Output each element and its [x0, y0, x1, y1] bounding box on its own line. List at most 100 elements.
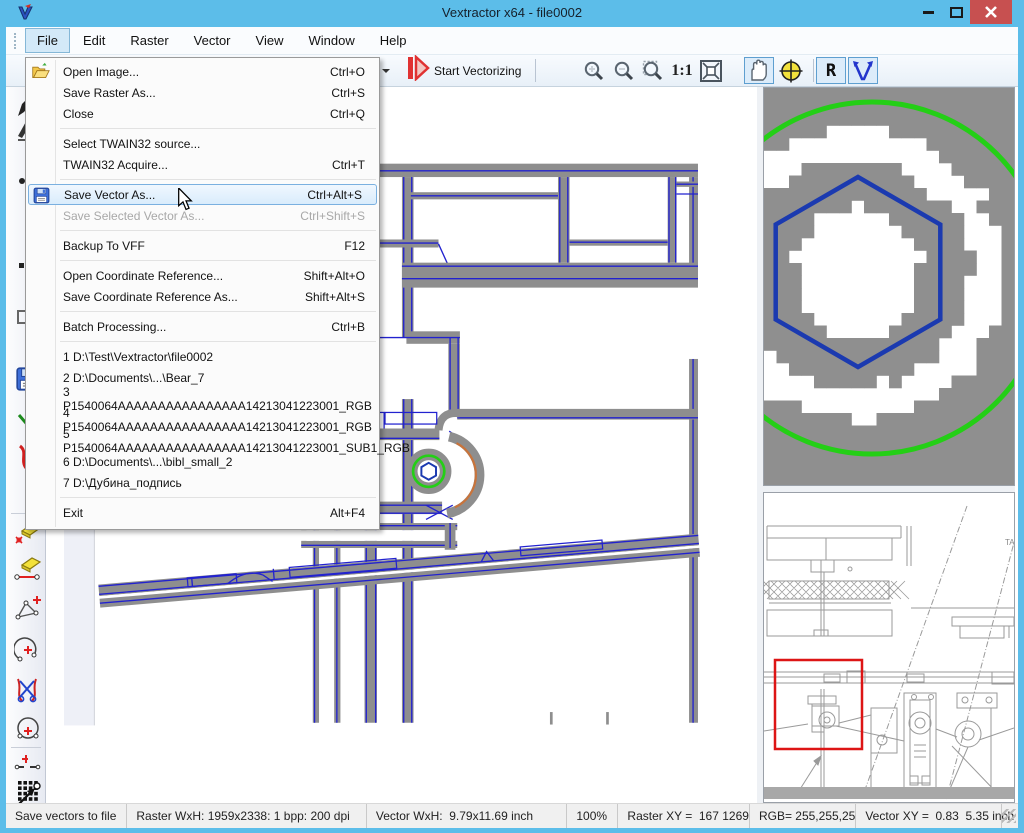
floppy-icon [32, 186, 51, 205]
zoom-out-button[interactable] [610, 57, 638, 84]
menu-item-label: Batch Processing... [63, 320, 331, 334]
raster-size: Raster WxH: 1959x2338: 1 bpp: 200 dpi [127, 804, 367, 828]
menu-item-5-p1540064aaaaaaaaaaaaaaaa1421[interactable]: 5 P1540064AAAAAAAAAAAAAAAA14213041223001… [26, 430, 379, 451]
menu-item-save-raster-as[interactable]: Save Raster As...Ctrl+S [26, 82, 379, 103]
menu-item-label: 7 D:\Дубина_подпись [63, 476, 365, 490]
menu-separator [26, 337, 379, 346]
vector-view-toggle[interactable] [848, 57, 878, 84]
zoom-level: 100% [567, 804, 618, 828]
menubar-item-edit[interactable]: Edit [71, 28, 117, 53]
pan-tool-button[interactable] [744, 57, 774, 84]
menu-item-6-d-documents-bibl-small-2[interactable]: 6 D:\Documents\...\bibl_small_2 [26, 451, 379, 472]
minimize-button[interactable] [916, 0, 940, 24]
zoom-select-button[interactable] [639, 57, 667, 84]
menubar-item-vector[interactable]: Vector [182, 28, 243, 53]
menu-item-exit[interactable]: ExitAlt+F4 [26, 502, 379, 523]
menu-item-save-coordinate-reference-as[interactable]: Save Coordinate Reference As...Shift+Alt… [26, 286, 379, 307]
menu-item-label: Save Coordinate Reference As... [63, 290, 305, 304]
add-segment-icon[interactable] [14, 749, 42, 777]
menu-separator [26, 226, 379, 235]
menu-item-save-selected-vector-as[interactable]: Save Selected Vector As...Ctrl+Shift+S [26, 205, 379, 226]
menu-item-shortcut: Ctrl+S [331, 86, 365, 100]
status-message: Save vectors to file [6, 804, 127, 828]
menu-item-shortcut: Shift+Alt+S [305, 290, 365, 304]
fit-to-window-button[interactable] [696, 57, 726, 84]
start-vectorizing-icon [406, 55, 430, 86]
vector-xy: Vector XY = 0.83 5.35 inch [856, 804, 1002, 828]
menubar-item-window[interactable]: Window [296, 28, 366, 53]
menu-separator [26, 256, 379, 265]
app-window: Vextractor x64 - file0002 FileEditRaster… [0, 0, 1024, 833]
zoom-actual-size-button[interactable]: 1:1 [668, 57, 696, 84]
raster-view-toggle[interactable]: R [816, 57, 846, 84]
close-button[interactable] [970, 0, 1012, 24]
menu-item-label: Exit [63, 506, 330, 520]
resize-grip[interactable] [1002, 809, 1016, 823]
open-folder-icon [31, 62, 50, 81]
menu-item-twain32-acquire[interactable]: TWAIN32 Acquire...Ctrl+T [26, 154, 379, 175]
menu-item-backup-to-vff[interactable]: Backup To VFFF12 [26, 235, 379, 256]
menu-item-label: 1 D:\Test\Vextractor\file0002 [63, 350, 365, 364]
window-title: Vextractor x64 - file0002 [0, 5, 1024, 20]
menu-item-shortcut: Ctrl+B [331, 320, 365, 334]
toolbar-grip [14, 33, 17, 49]
menubar-item-view[interactable]: View [244, 28, 296, 53]
cut-polyline-icon[interactable] [14, 675, 42, 703]
overview-drawing: TA [764, 493, 1014, 802]
menu-item-label: Open Image... [63, 65, 330, 79]
maximize-button[interactable] [944, 0, 968, 24]
mouse-cursor [176, 188, 194, 217]
menubar-item-file[interactable]: File [25, 28, 70, 53]
menu-separator [26, 175, 379, 184]
menu-item-label: Save Raster As... [63, 86, 331, 100]
overview-panel[interactable]: TA [763, 492, 1015, 803]
add-arc-icon[interactable] [14, 635, 42, 663]
titlebar: Vextractor x64 - file0002 [0, 0, 1024, 27]
center-view-button[interactable] [776, 57, 806, 84]
menu-item-7-d[interactable]: 7 D:\Дубина_подпись [26, 472, 379, 493]
toolbar-separator [11, 747, 41, 748]
menu-item-shortcut: Shift+Alt+O [304, 269, 365, 283]
zoom-preview-drawing [764, 88, 1014, 485]
menu-item-label: 6 D:\Documents\...\bibl_small_2 [63, 455, 365, 469]
menu-bar: FileEditRasterVectorViewWindowHelp [6, 27, 1018, 55]
menu-item-shortcut: F12 [344, 239, 365, 253]
menu-item-label: Select TWAIN32 source... [63, 137, 365, 151]
menu-separator [26, 493, 379, 502]
menu-item-1-d-test-vextractor-file0002[interactable]: 1 D:\Test\Vextractor\file0002 [26, 346, 379, 367]
add-polyline-icon[interactable] [14, 595, 42, 623]
status-bar: Save vectors to fileRaster WxH: 1959x233… [6, 803, 1018, 828]
menu-item-select-twain32-source[interactable]: Select TWAIN32 source... [26, 133, 379, 154]
menu-item-close[interactable]: CloseCtrl+Q [26, 103, 379, 124]
close-icon [984, 5, 998, 19]
toolbar-separator [813, 59, 814, 82]
menu-item-batch-processing[interactable]: Batch Processing...Ctrl+B [26, 316, 379, 337]
file-menu-dropdown: Open Image...Ctrl+OSave Raster As...Ctrl… [25, 57, 380, 530]
add-circle-icon[interactable] [14, 715, 42, 743]
menu-separator [26, 124, 379, 133]
menu-item-save-vector-as[interactable]: Save Vector As...Ctrl+Alt+S [28, 184, 377, 205]
menu-item-label: Close [63, 107, 330, 121]
menubar-item-raster[interactable]: Raster [118, 28, 180, 53]
delete-segment-icon[interactable] [14, 555, 42, 583]
menu-item-label: Open Coordinate Reference... [63, 269, 304, 283]
zoom-in-button[interactable] [580, 57, 608, 84]
menu-item-label: 2 D:\Documents\...\Bear_7 [63, 371, 365, 385]
menu-item-shortcut: Ctrl+Q [330, 107, 365, 121]
menu-item-open-image[interactable]: Open Image...Ctrl+O [26, 61, 379, 82]
start-vectorizing-button[interactable]: Start Vectorizing [406, 57, 521, 84]
toolbar-separator [535, 59, 536, 82]
menu-item-label: Backup To VFF [63, 239, 344, 253]
menubar-item-help[interactable]: Help [368, 28, 419, 53]
menu-item-shortcut: Alt+F4 [330, 506, 365, 520]
zoom-preview-panel[interactable] [763, 87, 1015, 486]
menu-item-open-coordinate-reference[interactable]: Open Coordinate Reference...Shift+Alt+O [26, 265, 379, 286]
vector-size: Vector WxH: 9.79x11.69 inch [367, 804, 567, 828]
menu-item-shortcut: Ctrl+T [332, 158, 365, 172]
chevron-down-icon [382, 69, 390, 73]
menu-item-shortcut: Ctrl+Shift+S [300, 209, 365, 223]
overview-corner-label: TA [1005, 538, 1014, 547]
menu-item-label: TWAIN32 Acquire... [63, 158, 332, 172]
menu-separator [26, 307, 379, 316]
menu-item-shortcut: Ctrl+O [330, 65, 365, 79]
